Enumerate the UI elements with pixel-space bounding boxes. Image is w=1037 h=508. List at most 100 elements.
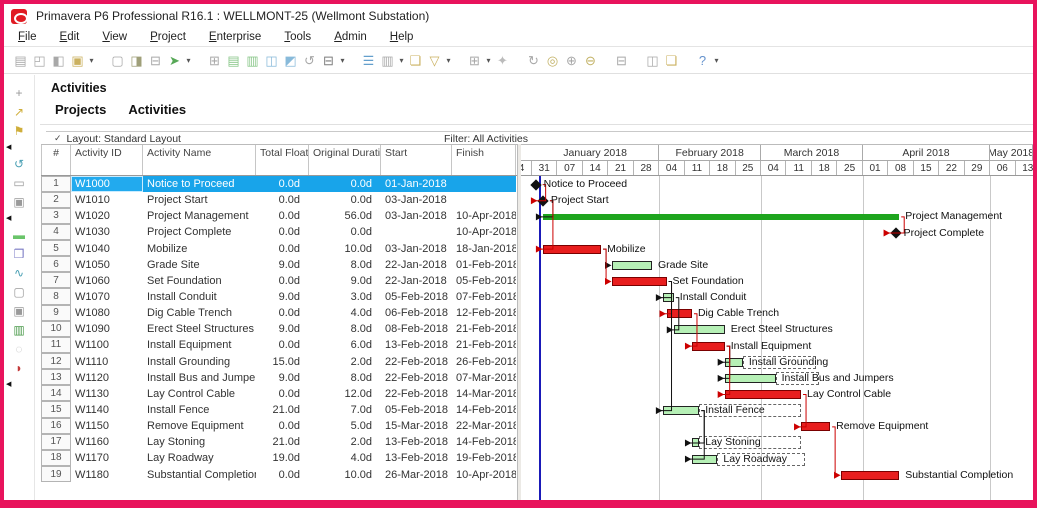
cell-activity-name[interactable]: Grade Site xyxy=(143,257,256,273)
dropdown-caret-icon[interactable]: ▾ xyxy=(184,56,193,65)
cell--[interactable]: 12 xyxy=(41,353,71,369)
schedule-run-icon[interactable]: ➤ xyxy=(165,52,184,70)
cell--[interactable]: 7 xyxy=(41,272,71,288)
wbs-icon[interactable]: ▢ xyxy=(4,282,34,301)
tab-activities[interactable]: Activities xyxy=(128,102,186,117)
cell-finish[interactable] xyxy=(452,176,516,192)
cell-finish[interactable]: 18-Jan-2018 xyxy=(452,241,516,257)
table-row[interactable]: 1W1000Notice to Proceed0.0d0.0d01-Jan-20… xyxy=(41,176,517,192)
cell-original-duration[interactable]: 9.0d xyxy=(309,273,381,289)
resources-icon[interactable]: ▬ xyxy=(4,225,34,244)
cell-activity-name[interactable]: Set Foundation xyxy=(143,273,256,289)
trace-logic-icon[interactable]: ↺ xyxy=(300,52,319,70)
table-row[interactable]: 6W1050Grade Site9.0d8.0d22-Jan-201801-Fe… xyxy=(41,257,517,273)
cell--[interactable]: 10 xyxy=(41,321,71,337)
cell-finish[interactable]: 26-Feb-2018 xyxy=(452,354,516,370)
split-vertical-icon[interactable]: ◫ xyxy=(643,52,662,70)
open-icon[interactable]: ◨ xyxy=(127,52,146,70)
bookmark-icon[interactable]: ⚑ xyxy=(4,121,34,140)
new-window-icon[interactable]: ▢ xyxy=(108,52,127,70)
cell-finish[interactable]: 05-Feb-2018 xyxy=(452,273,516,289)
cell-finish[interactable]: 10-Apr-2018 xyxy=(452,224,516,240)
cell-activity-id[interactable]: W1160 xyxy=(71,434,143,450)
cell-activity-name[interactable]: Substantial Completion xyxy=(143,467,256,483)
gantt-chart-icon[interactable]: ◫ xyxy=(262,52,281,70)
activity-usage-profile-icon[interactable]: ◩ xyxy=(281,52,300,70)
layout-options-bar[interactable]: ✓ Layout: Standard Layout Filter: All Ac… xyxy=(46,131,1033,145)
cell-activity-id[interactable]: W1030 xyxy=(71,224,143,240)
cell--[interactable]: 8 xyxy=(41,288,71,304)
dropdown-caret-icon[interactable]: ▾ xyxy=(712,56,721,65)
menu-item-admin[interactable]: Admin xyxy=(334,31,367,43)
cell-activity-id[interactable]: W1050 xyxy=(71,257,143,273)
cell-activity-name[interactable]: Notice to Proceed xyxy=(143,176,256,192)
split-horizontal-icon[interactable]: ⊟ xyxy=(612,52,631,70)
cell--[interactable]: 19 xyxy=(41,466,71,482)
cell--[interactable]: 17 xyxy=(41,434,71,450)
column-header-original-duration[interactable]: Original Duration xyxy=(309,145,381,175)
column-header-total-float[interactable]: Total Float xyxy=(256,145,309,175)
table-row[interactable]: 17W1160Lay Stoning21.0d2.0d13-Feb-201814… xyxy=(41,434,517,450)
table-row[interactable]: 12W1110Install Grounding15.0d2.0d22-Feb-… xyxy=(41,354,517,370)
cell-total-float[interactable]: 9.0d xyxy=(256,257,309,273)
cell-original-duration[interactable]: 0.0d xyxy=(309,176,381,192)
cell-activity-name[interactable]: Project Start xyxy=(143,192,256,208)
table-row[interactable]: 16W1150Remove Equipment0.0d5.0d15-Mar-20… xyxy=(41,418,517,434)
cell-finish[interactable] xyxy=(452,192,516,208)
cell-activity-name[interactable]: Dig Cable Trench xyxy=(143,305,256,321)
filter-icon[interactable]: ▽ xyxy=(425,52,444,70)
cell-start[interactable]: 22-Jan-2018 xyxy=(381,273,452,289)
cell-total-float[interactable]: 0.0d xyxy=(256,386,309,402)
bars-icon[interactable]: ☰ xyxy=(359,52,378,70)
cell-finish[interactable]: 22-Mar-2018 xyxy=(452,418,516,434)
cell-total-float[interactable]: 21.0d xyxy=(256,402,309,418)
group-sort-icon[interactable]: ⊞ xyxy=(465,52,484,70)
cell-activity-name[interactable]: Install Equipment xyxy=(143,337,256,353)
cell-original-duration[interactable]: 8.0d xyxy=(309,257,381,273)
cell-original-duration[interactable]: 3.0d xyxy=(309,289,381,305)
cell-activity-name[interactable]: Lay Control Cable xyxy=(143,386,256,402)
cell-start[interactable]: 22-Feb-2018 xyxy=(381,354,452,370)
cell-activity-name[interactable]: Project Management xyxy=(143,208,256,224)
cell-finish[interactable]: 01-Feb-2018 xyxy=(452,257,516,273)
cell-activity-id[interactable]: W1060 xyxy=(71,273,143,289)
table-row[interactable]: 14W1130Lay Control Cable0.0d12.0d22-Feb-… xyxy=(41,386,517,402)
cell-original-duration[interactable]: 2.0d xyxy=(309,354,381,370)
table-row[interactable]: 9W1080Dig Cable Trench0.0d4.0d06-Feb-201… xyxy=(41,305,517,321)
table-row[interactable]: 13W1120Install Bus and Jumpers9.0d8.0d22… xyxy=(41,370,517,386)
cell-activity-id[interactable]: W1090 xyxy=(71,321,143,337)
activity-table-icon[interactable]: ▤ xyxy=(224,52,243,70)
cell-total-float[interactable]: 0.0d xyxy=(256,241,309,257)
cell-original-duration[interactable]: 0.0d xyxy=(309,224,381,240)
table-row[interactable]: 2W1010Project Start0.0d0.0d03-Jan-2018 xyxy=(41,192,517,208)
cell-activity-name[interactable]: Install Bus and Jumpers xyxy=(143,370,256,386)
cell-original-duration[interactable]: 4.0d xyxy=(309,450,381,466)
layout-icon[interactable]: ✦ xyxy=(493,52,512,70)
documents-icon[interactable]: ▣ xyxy=(4,301,34,320)
cell-start[interactable]: 03-Jan-2018 xyxy=(381,208,452,224)
cell-start[interactable]: 26-Mar-2018 xyxy=(381,467,452,483)
cell-original-duration[interactable]: 0.0d xyxy=(309,192,381,208)
notebook-icon[interactable]: ❏ xyxy=(406,52,425,70)
cell-original-duration[interactable]: 2.0d xyxy=(309,434,381,450)
page-setup-icon[interactable]: ◧ xyxy=(49,52,68,70)
cell-activity-id[interactable]: W1040 xyxy=(71,241,143,257)
spotlight-icon[interactable]: ◌ xyxy=(4,339,34,358)
cell-activity-name[interactable]: Install Fence xyxy=(143,402,256,418)
cell-total-float[interactable]: 0.0d xyxy=(256,208,309,224)
risks-icon[interactable]: ◗ xyxy=(4,358,34,377)
cell-total-float[interactable]: 0.0d xyxy=(256,224,309,240)
cell--[interactable]: 4 xyxy=(41,224,71,240)
cell-activity-id[interactable]: W1140 xyxy=(71,402,143,418)
cell-original-duration[interactable]: 10.0d xyxy=(309,241,381,257)
cell-start[interactable]: 03-Jan-2018 xyxy=(381,192,452,208)
screen-capture-icon[interactable]: ▣ xyxy=(68,52,87,70)
dropdown-caret-icon[interactable]: ▾ xyxy=(484,56,493,65)
cell-finish[interactable]: 14-Feb-2018 xyxy=(452,434,516,450)
cell-activity-id[interactable]: W1180 xyxy=(71,467,143,483)
cell-finish[interactable]: 19-Feb-2018 xyxy=(452,450,516,466)
cell-original-duration[interactable]: 8.0d xyxy=(309,321,381,337)
table-row[interactable]: 10W1090Erect Steel Structures9.0d8.0d08-… xyxy=(41,321,517,337)
cell-finish[interactable]: 21-Feb-2018 xyxy=(452,337,516,353)
cell--[interactable]: 15 xyxy=(41,401,71,417)
